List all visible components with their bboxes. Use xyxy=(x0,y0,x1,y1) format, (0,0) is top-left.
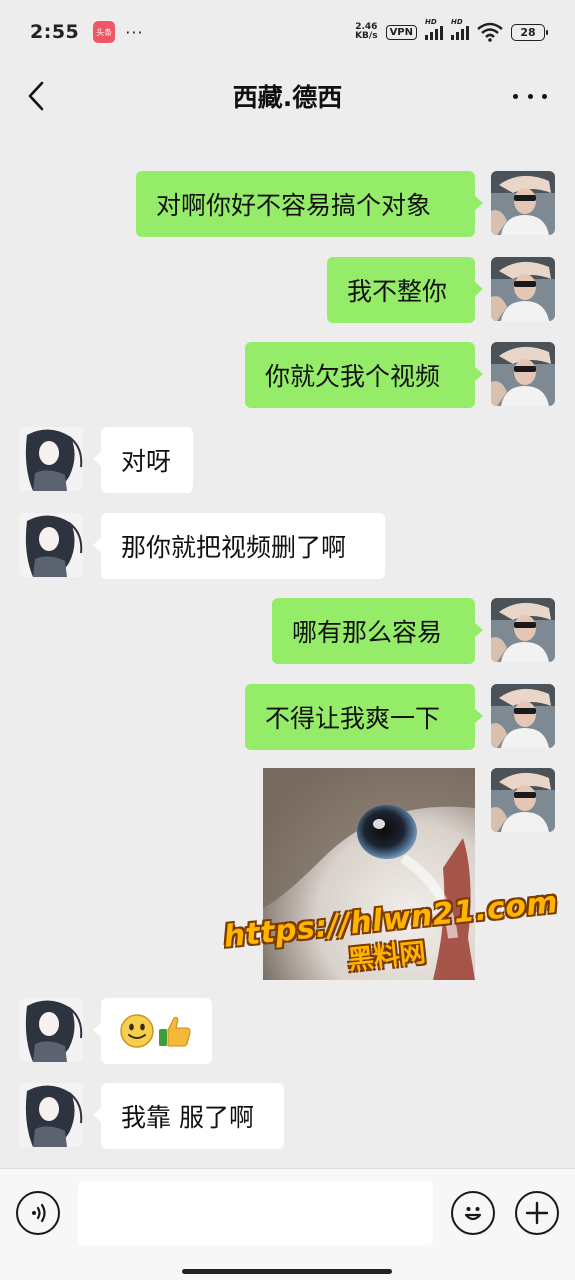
back-button[interactable] xyxy=(22,80,50,112)
more-options-button[interactable] xyxy=(513,86,547,106)
vpn-icon: VPN xyxy=(385,24,417,40)
wifi-icon xyxy=(477,22,503,42)
message-bubble[interactable] xyxy=(93,998,212,1064)
message-bubble[interactable]: 你就欠我个视频 xyxy=(245,342,483,408)
contact-avatar[interactable] xyxy=(19,513,83,577)
message-bubble[interactable]: 哪有那么容易 xyxy=(272,598,483,664)
message-bubble[interactable]: 我不整你 xyxy=(327,257,483,323)
my-avatar[interactable] xyxy=(491,342,555,406)
voice-input-button[interactable] xyxy=(16,1191,60,1235)
contact-avatar[interactable] xyxy=(19,998,83,1062)
input-bar xyxy=(0,1168,575,1280)
my-avatar[interactable] xyxy=(491,171,555,235)
smiley-icon xyxy=(464,1207,482,1221)
cat-eye-sticker[interactable] xyxy=(263,768,475,980)
voice-icon xyxy=(32,1203,46,1223)
message-bubble[interactable]: 对啊你好不容易搞个对象 xyxy=(136,171,483,237)
my-avatar[interactable] xyxy=(491,257,555,321)
message-bubble[interactable]: 那你就把视频删了啊 xyxy=(93,513,385,579)
status-bar: 2:55 头条 ··· 2.46 KB/s VPN HD HD 28 xyxy=(0,0,575,64)
app-notification-icon: 头条 xyxy=(93,21,116,43)
message-input[interactable] xyxy=(78,1181,433,1245)
more-actions-button[interactable] xyxy=(515,1191,559,1235)
chevron-left-icon xyxy=(28,81,44,111)
contact-avatar[interactable] xyxy=(19,427,83,491)
plus-icon xyxy=(525,1201,549,1225)
smile-emoji-icon xyxy=(120,1014,154,1048)
my-avatar[interactable] xyxy=(491,684,555,748)
network-speed: 2.46 KB/s xyxy=(355,22,378,41)
battery-icon: 28 xyxy=(511,23,548,41)
message-bubble[interactable]: 我靠 服了啊 xyxy=(93,1083,284,1149)
message-bubble[interactable]: 对呀 xyxy=(93,427,193,493)
more-notifications-icon: ··· xyxy=(125,22,144,42)
signal-icon: HD xyxy=(425,18,443,40)
my-avatar[interactable] xyxy=(491,768,555,832)
contact-avatar[interactable] xyxy=(19,1083,83,1147)
emoji-button[interactable] xyxy=(451,1191,495,1235)
chat-title: 西藏.德西 xyxy=(232,83,343,112)
chat-header: 西藏.德西 xyxy=(0,64,575,128)
status-time: 2:55 xyxy=(30,21,80,43)
thumbs-up-emoji-icon xyxy=(159,1016,191,1047)
my-avatar[interactable] xyxy=(491,598,555,662)
message-bubble[interactable]: 不得让我爽一下 xyxy=(245,684,483,750)
home-indicator[interactable] xyxy=(182,1269,392,1274)
signal-icon-2: HD xyxy=(451,18,469,40)
